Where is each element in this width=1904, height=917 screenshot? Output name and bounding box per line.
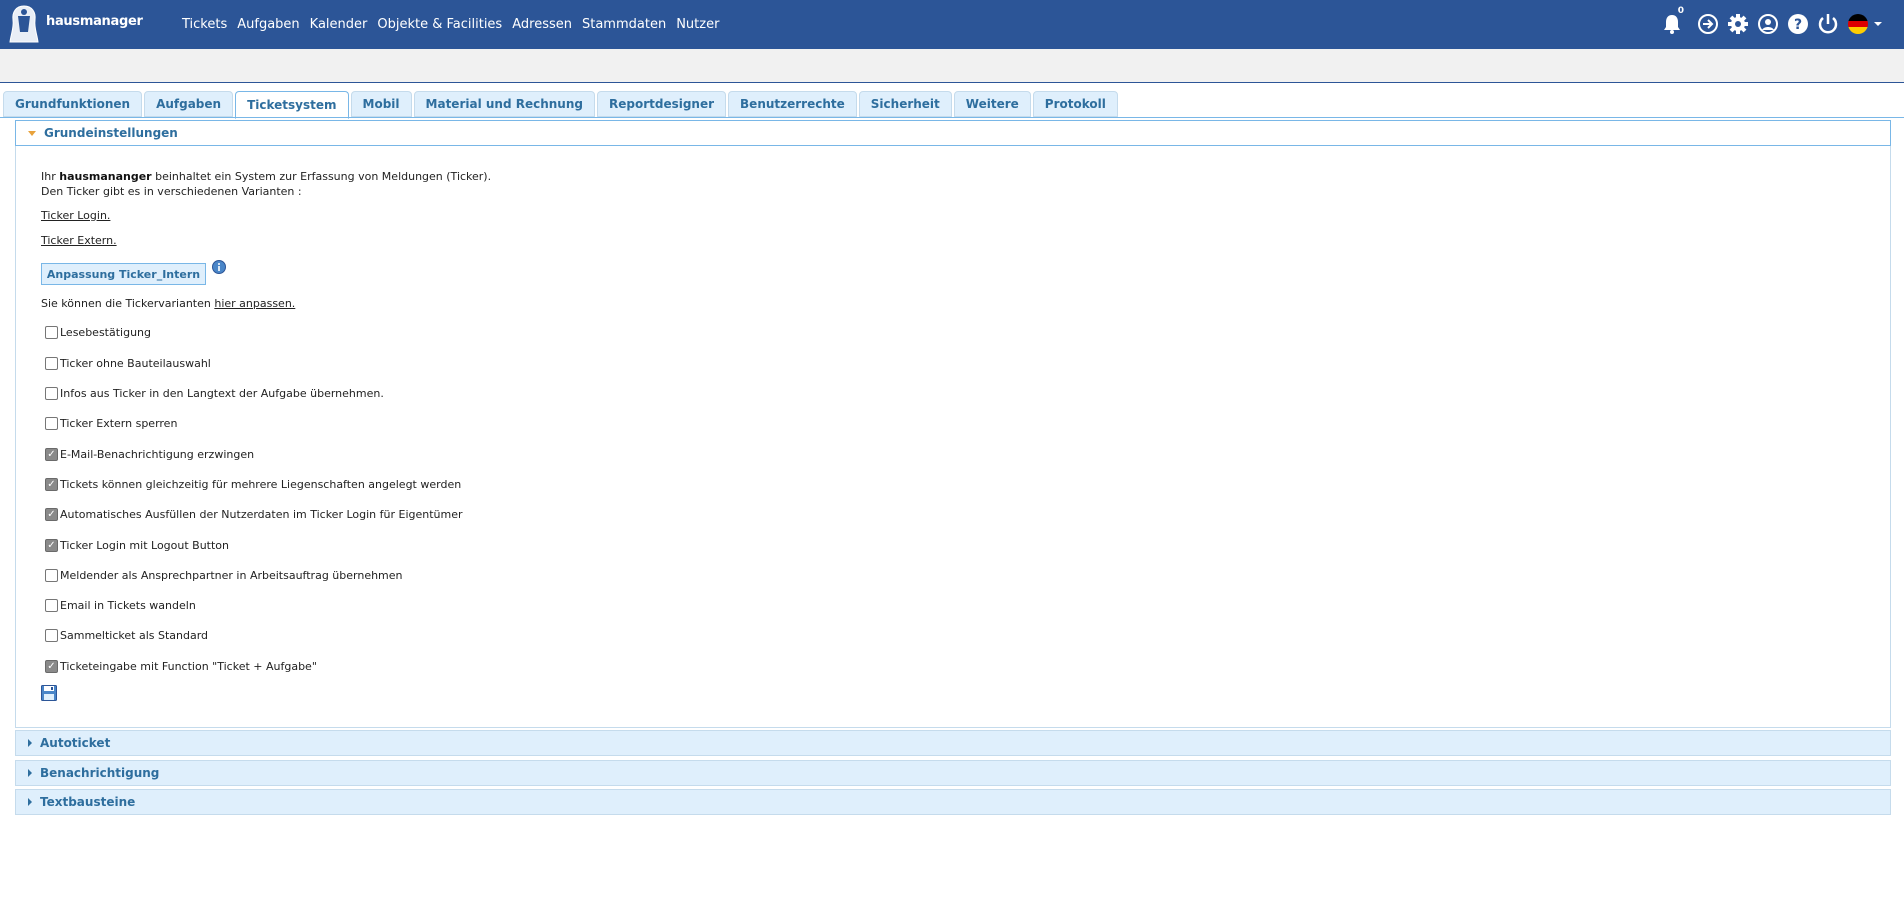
- main-nav: Tickets Aufgaben Kalender Objekte & Faci…: [182, 0, 719, 49]
- intro-prefix: Ihr: [41, 170, 60, 183]
- checkbox-label: Tickets können gleichzeitig für mehrere …: [60, 477, 462, 491]
- checkbox-row-mehrere-liegenschaften[interactable]: ✓ Tickets können gleichzeitig für mehrer…: [45, 476, 461, 492]
- checkbox-row-meldender[interactable]: Meldender als Ansprechpartner in Arbeits…: [45, 567, 403, 583]
- nav-aufgaben[interactable]: Aufgaben: [237, 17, 299, 32]
- tab-ticketsystem[interactable]: Ticketsystem: [235, 91, 349, 119]
- tab-weitere[interactable]: Weitere: [953, 91, 1031, 117]
- tab-reportdesigner[interactable]: Reportdesigner: [596, 91, 727, 117]
- section-title: Autoticket: [40, 736, 111, 750]
- section-title: Textbausteine: [40, 795, 136, 809]
- checkbox-row-extern-sperren[interactable]: Ticker Extern sperren: [45, 415, 177, 431]
- checkbox-label: Ticker ohne Bauteilauswahl: [60, 356, 211, 370]
- svg-text:?: ?: [1794, 17, 1802, 33]
- tab-aufgaben[interactable]: Aufgaben: [144, 91, 234, 117]
- top-navbar: hausmanager Tickets Aufgaben Kalender Ob…: [0, 0, 1904, 49]
- section-autoticket-header[interactable]: Autoticket: [15, 730, 1891, 756]
- checkbox-label: Ticketeingabe mit Function "Ticket + Auf…: [60, 659, 317, 673]
- triangle-right-icon: [28, 798, 32, 806]
- section-textbausteine-header[interactable]: Textbausteine: [15, 789, 1891, 815]
- help-icon[interactable]: ?: [1786, 12, 1810, 36]
- checkbox-row-lesebestaetigung[interactable]: Lesebestätigung: [45, 324, 151, 340]
- checkbox-row-sammelticket[interactable]: Sammelticket als Standard: [45, 627, 208, 643]
- intro-line-1: Ihr hausmananger beinhaltet ein System z…: [41, 170, 491, 183]
- checkbox-meldender[interactable]: [45, 568, 58, 582]
- german-flag-icon[interactable]: [1848, 14, 1868, 34]
- variants-line: Sie können die Tickervarianten hier anpa…: [41, 297, 295, 310]
- ticker-login-link[interactable]: Ticker Login.: [41, 209, 110, 222]
- checkbox-row-auto-nutzerdaten[interactable]: ✓ Automatisches Ausfüllen der Nutzerdate…: [45, 506, 463, 522]
- checkbox-sammelticket[interactable]: [45, 628, 58, 642]
- checkbox-email-erzwingen[interactable]: ✓: [45, 447, 58, 461]
- checkbox-extern-sperren[interactable]: [45, 416, 58, 430]
- section-title: Grundeinstellungen: [44, 126, 178, 140]
- checkbox-ohne-bauteilauswahl[interactable]: [45, 356, 58, 370]
- checkbox-row-email-erzwingen[interactable]: ✓ E-Mail-Benachrichtigung erzwingen: [45, 446, 254, 462]
- nav-adressen[interactable]: Adressen: [512, 17, 572, 32]
- checkbox-label: E-Mail-Benachrichtigung erzwingen: [60, 447, 255, 461]
- hier-anpassen-link[interactable]: hier anpassen.: [214, 297, 295, 310]
- sub-header-strip: [0, 49, 1904, 83]
- checkbox-logout-button[interactable]: ✓: [45, 538, 58, 552]
- tab-protokoll[interactable]: Protokoll: [1032, 91, 1118, 117]
- tab-benutzerrechte[interactable]: Benutzerrechte: [728, 91, 857, 117]
- logo-text: hausmanager: [46, 13, 143, 29]
- info-icon[interactable]: [212, 260, 226, 274]
- tab-grundfunktionen[interactable]: Grundfunktionen: [3, 91, 143, 117]
- checkbox-label: Automatisches Ausfüllen der Nutzerdaten …: [60, 507, 463, 521]
- nav-stammdaten[interactable]: Stammdaten: [582, 17, 666, 32]
- section-benachrichtigung-header[interactable]: Benachrichtigung: [15, 760, 1891, 786]
- triangle-down-icon: [28, 130, 36, 136]
- variants-prefix: Sie können die Tickervarianten: [41, 297, 215, 310]
- tab-mobil[interactable]: Mobil: [350, 91, 412, 117]
- intro-suffix: beinhaltet ein System zur Erfassung von …: [151, 170, 492, 183]
- logo-icon: [9, 5, 39, 43]
- checkbox-lesebestaetigung[interactable]: [45, 325, 58, 339]
- triangle-right-icon: [28, 769, 32, 777]
- intro-line-2: Den Ticker gibt es in verschiedenen Vari…: [41, 185, 302, 198]
- section-grundeinstellungen-header[interactable]: Grundeinstellungen: [15, 120, 1891, 146]
- triangle-right-icon: [28, 739, 32, 747]
- nav-kalender[interactable]: Kalender: [310, 17, 368, 32]
- checkbox-email-tickets[interactable]: [45, 598, 58, 612]
- nav-objekte-facilities[interactable]: Objekte & Facilities: [377, 17, 502, 32]
- checkbox-row-logout-button[interactable]: ✓ Ticker Login mit Logout Button: [45, 537, 229, 553]
- tab-divider: [0, 117, 1904, 118]
- login-icon[interactable]: [1696, 12, 1720, 36]
- notification-badge: 0: [1677, 6, 1684, 16]
- checkbox-label: Email in Tickets wandeln: [60, 598, 196, 612]
- logo[interactable]: hausmanager: [6, 2, 143, 46]
- nav-nutzer[interactable]: Nutzer: [676, 17, 719, 32]
- power-icon[interactable]: [1816, 12, 1840, 36]
- checkbox-label: Meldender als Ansprechpartner in Arbeits…: [60, 568, 403, 582]
- checkbox-auto-nutzerdaten[interactable]: ✓: [45, 507, 58, 521]
- tab-material-und-rechnung[interactable]: Material und Rechnung: [413, 91, 595, 117]
- checkbox-label: Lesebestätigung: [60, 325, 152, 339]
- checkbox-row-email-tickets[interactable]: Email in Tickets wandeln: [45, 597, 196, 613]
- nav-tickets[interactable]: Tickets: [182, 17, 227, 32]
- checkbox-label: Infos aus Ticker in den Langtext der Auf…: [60, 386, 384, 400]
- tab-sicherheit[interactable]: Sicherheit: [858, 91, 952, 117]
- checkbox-mehrere-liegenschaften[interactable]: ✓: [45, 477, 58, 491]
- gear-icon[interactable]: [1726, 12, 1750, 36]
- anpassung-ticker-intern-button[interactable]: Anpassung Ticker_Intern: [41, 263, 206, 285]
- checkbox-row-ohne-bauteilauswahl[interactable]: Ticker ohne Bauteilauswahl: [45, 355, 211, 371]
- chevron-down-icon[interactable]: [1874, 20, 1882, 28]
- checkbox-label: Ticker Extern sperren: [60, 416, 178, 430]
- checkbox-infos-langtext[interactable]: [45, 386, 58, 400]
- intro-brand: hausmananger: [59, 170, 152, 183]
- section-grundeinstellungen-body: [15, 146, 1891, 728]
- ticker-extern-link[interactable]: Ticker Extern.: [41, 234, 117, 247]
- settings-tabs: Grundfunktionen Aufgaben Ticketsystem Mo…: [3, 91, 1118, 119]
- checkbox-ticket-aufgabe[interactable]: ✓: [45, 659, 58, 673]
- checkbox-label: Ticker Login mit Logout Button: [60, 538, 230, 552]
- checkbox-row-infos-langtext[interactable]: Infos aus Ticker in den Langtext der Auf…: [45, 385, 384, 401]
- checkbox-row-ticket-aufgabe[interactable]: ✓ Ticketeingabe mit Function "Ticket + A…: [45, 658, 317, 674]
- save-icon[interactable]: [41, 685, 57, 701]
- section-title: Benachrichtigung: [40, 766, 160, 780]
- checkbox-label: Sammelticket als Standard: [60, 628, 209, 642]
- user-icon[interactable]: [1756, 12, 1780, 36]
